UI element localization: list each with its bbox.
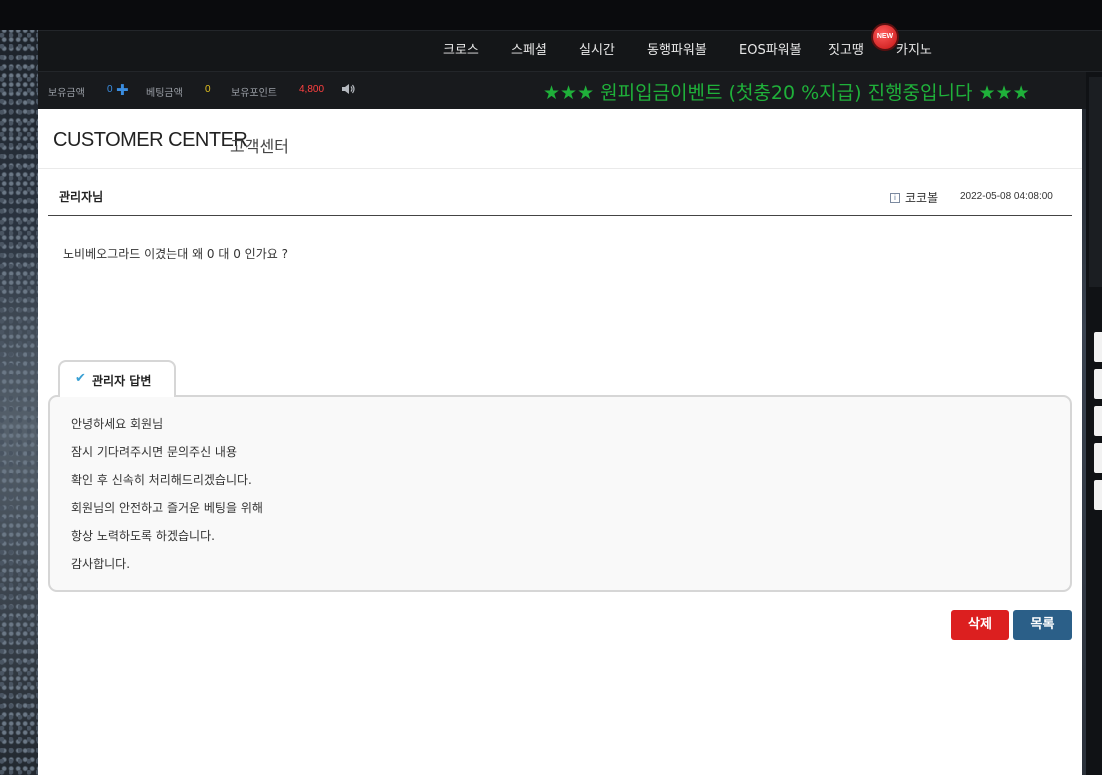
right-side-panel — [1086, 72, 1102, 775]
reply-line: 안녕하세요 회원님 — [71, 417, 164, 431]
page-title: CUSTOMER CENTER — [53, 129, 248, 151]
reply-line: 회원님의 안전하고 즐거운 베팅을 위해 — [71, 501, 263, 515]
side-chip[interactable] — [1094, 406, 1102, 436]
side-banner — [1089, 77, 1102, 287]
side-chip[interactable] — [1094, 369, 1102, 399]
new-badge: NEW — [871, 23, 899, 51]
plus-icon[interactable]: ✚ — [116, 81, 129, 99]
reply-line: 항상 노력하도록 하겠습니다. — [71, 529, 215, 543]
side-chip[interactable] — [1094, 332, 1102, 362]
reply-tab: ✔ 관리자 답변 — [58, 360, 176, 397]
post-header: 관리자님 i 코코볼 2022-05-08 04:08:00 — [48, 179, 1072, 216]
top-bar — [0, 0, 1102, 30]
reply-line: 잠시 기다려주시면 문의주신 내용 — [71, 445, 238, 459]
side-chip[interactable] — [1094, 480, 1102, 510]
nav-item-eos-powerball[interactable]: EOS파워볼 — [739, 31, 802, 71]
side-chip[interactable] — [1094, 443, 1102, 473]
nav-item-cross[interactable]: 크로스 — [443, 31, 479, 71]
list-button[interactable]: 목록 — [1013, 610, 1072, 640]
reply-line: 확인 후 신속히 처리해드리겠습니다. — [71, 473, 252, 487]
main-nav: 크로스 스페셜 실시간 동행파워볼 EOS파워볼 짓고땡 NEW 카지노 — [38, 23, 1102, 72]
points-value: 4,800 — [299, 84, 325, 95]
main-content: CUSTOMER CENTER 고객센터 관리자님 i 코코볼 2022-05-… — [38, 109, 1082, 775]
bet-label: 베팅금액 — [146, 88, 183, 99]
nav-item-donghaeng-powerball[interactable]: 동행파워볼 — [647, 31, 707, 71]
post-title: 관리자님 — [59, 190, 104, 204]
reply-tab-label: 관리자 답변 — [92, 374, 152, 388]
event-marquee: ★★★ 원피입금이벤트 (첫충20 %지급) 진행중입니다 ★★★ — [543, 82, 1030, 104]
post-author: 코코볼 — [905, 191, 939, 205]
points-label: 보유포인트 — [231, 88, 277, 99]
background-stadium — [0, 0, 38, 775]
nav-item-live[interactable]: 실시간 — [579, 31, 615, 71]
check-icon: ✔ — [75, 371, 86, 386]
reply-box: 안녕하세요 회원님 잠시 기다려주시면 문의주신 내용 확인 후 신속히 처리해… — [48, 395, 1072, 592]
balance-value: 0 — [107, 84, 113, 95]
bet-value: 0 — [205, 84, 211, 95]
post-body: 노비베오그라드 이겼는대 왜 0 대 0 인가요 ? — [63, 247, 288, 261]
account-info-bar: 보유금액 0 ✚ 베팅금액 0 보유포인트 4,800 ★★★ 원피입금이벤트 … — [38, 72, 1086, 109]
post-date: 2022-05-08 04:08:00 — [960, 191, 1053, 202]
reply-line: 감사합니다. — [71, 557, 131, 571]
title-divider — [38, 168, 1082, 169]
nav-item-casino[interactable]: 카지노 — [896, 31, 932, 71]
nav-item-special[interactable]: 스페셜 — [511, 31, 547, 71]
nav-item-jitgottaeng[interactable]: 짓고땡 — [828, 31, 864, 71]
speaker-icon[interactable] — [340, 82, 356, 96]
balance-label: 보유금액 — [48, 88, 85, 99]
page-subtitle: 고객센터 — [230, 137, 289, 156]
delete-button[interactable]: 삭제 — [951, 610, 1009, 640]
author-icon: i — [890, 193, 900, 203]
